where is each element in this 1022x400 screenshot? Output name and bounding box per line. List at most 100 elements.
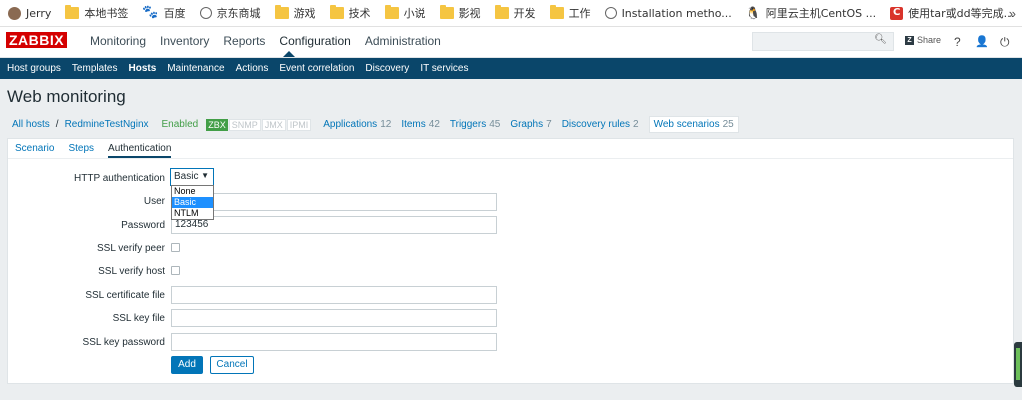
ssl-cert-file-field[interactable]	[171, 286, 497, 304]
bookmark-folder-local[interactable]: 本地书签	[65, 5, 128, 21]
folder-icon	[274, 5, 289, 19]
submenu-event-correlation[interactable]: Event correlation	[279, 63, 354, 74]
ssl-cert-file-label: SSL certificate file	[85, 290, 165, 301]
bookmark-folder-tech[interactable]: 技术	[329, 5, 371, 21]
bookmark-jd[interactable]: 京东商城	[199, 5, 261, 21]
sub-menu: Host groups Templates Hosts Maintenance …	[0, 58, 1022, 79]
ssl-key-password-field[interactable]	[171, 333, 497, 351]
folder-icon	[384, 5, 399, 19]
page-title: Web monitoring	[7, 87, 126, 106]
count-applications: 12	[380, 119, 392, 130]
host-status-enabled[interactable]: Enabled	[162, 119, 199, 130]
menu-monitoring[interactable]: Monitoring	[90, 34, 146, 48]
tab-scenario[interactable]: Scenario	[15, 139, 54, 158]
ssl-verify-host-checkbox[interactable]	[171, 266, 180, 275]
paw-icon: 🐾	[142, 5, 159, 20]
ssl-key-password-label: SSL key password	[82, 337, 165, 348]
form-tabs: Scenario Steps Authentication	[8, 139, 1013, 159]
ssl-verify-peer-label: SSL verify peer	[97, 243, 165, 254]
menu-configuration[interactable]: Configuration	[279, 34, 350, 48]
submenu-host-groups[interactable]: Host groups	[7, 63, 61, 74]
search-input[interactable]: 🔍︎	[752, 32, 894, 51]
bookmarks-bar: Jerry 本地书签 🐾 百度 京东商城 游戏 技术 小说 影视 开发 工作 In…	[0, 0, 1022, 27]
globe-icon	[604, 7, 617, 19]
breadcrumb-all-hosts[interactable]: All hosts	[12, 119, 50, 130]
link-web-scenarios[interactable]: Web scenarios 25	[648, 116, 739, 133]
bookmark-folder-novels[interactable]: 小说	[384, 5, 426, 21]
link-applications[interactable]: Applications	[323, 119, 377, 130]
ssl-verify-host-label: SSL verify host	[98, 266, 165, 277]
active-menu-indicator	[283, 51, 295, 57]
bookmark-aliyun[interactable]: 🐧 阿里云主机CentOS ...	[746, 5, 876, 21]
user-profile-icon[interactable]: 👤	[975, 35, 989, 48]
main-menu: Monitoring Inventory Reports Configurati…	[90, 34, 455, 48]
share-icon: Z	[905, 35, 914, 45]
availability-zbx-badge: ZBX	[206, 118, 228, 131]
option-basic[interactable]: Basic	[172, 197, 213, 208]
add-button[interactable]: Add	[171, 356, 203, 374]
c-icon: C	[890, 6, 904, 20]
bookmark-folder-movies[interactable]: 影视	[439, 5, 481, 21]
link-items[interactable]: Items	[401, 119, 425, 130]
logout-icon[interactable]: ⏻	[1000, 35, 1010, 50]
count-triggers: 45	[489, 119, 501, 130]
share-button[interactable]: Z Share	[905, 35, 941, 45]
share-label: Share	[917, 35, 942, 45]
breadcrumb-separator: /	[55, 119, 59, 130]
avatar-icon	[8, 6, 21, 20]
breadcrumb-host[interactable]: RedmineTestNginx	[65, 119, 149, 130]
zabbix-logo[interactable]: ZABBIX	[6, 32, 68, 48]
bookmark-folder-dev[interactable]: 开发	[494, 5, 536, 21]
user-label: User	[143, 196, 165, 207]
search-icon[interactable]: 🔍︎	[874, 34, 887, 45]
availability-ipmi-badge: IPMI	[286, 118, 312, 131]
submenu-it-services[interactable]: IT services	[420, 63, 468, 74]
tab-steps[interactable]: Steps	[68, 139, 94, 158]
availability-snmp-badge: SNMP	[228, 118, 261, 131]
side-panel-handle[interactable]	[1014, 342, 1022, 387]
menu-inventory[interactable]: Inventory	[160, 34, 209, 48]
tux-icon: 🐧	[745, 6, 761, 20]
bookmark-installation[interactable]: Installation metho...	[604, 7, 732, 20]
submenu-actions[interactable]: Actions	[236, 63, 269, 74]
bookmark-folder-work[interactable]: 工作	[549, 5, 591, 21]
ssl-key-file-field[interactable]	[171, 309, 497, 327]
http-auth-label: HTTP authentication	[74, 173, 165, 184]
globe-icon	[199, 7, 212, 19]
password-label: Password	[121, 220, 165, 231]
bookmark-jerry[interactable]: Jerry	[8, 6, 51, 20]
user-field[interactable]	[171, 193, 497, 211]
link-graphs[interactable]: Graphs	[510, 119, 543, 130]
bookmark-tar-dd[interactable]: C 使用tar或dd等完成...	[890, 5, 1014, 21]
menu-reports[interactable]: Reports	[223, 34, 265, 48]
bookmark-baidu[interactable]: 🐾 百度	[142, 5, 185, 21]
option-none[interactable]: None	[172, 186, 213, 197]
http-auth-select[interactable]: Basic ▼	[170, 168, 214, 186]
folder-icon	[494, 5, 509, 19]
folder-icon	[65, 5, 80, 19]
availability-jmx-badge: JMX	[261, 118, 286, 131]
ssl-verify-peer-checkbox[interactable]	[171, 243, 180, 252]
help-icon[interactable]: ?	[954, 35, 961, 49]
password-field[interactable]: 123456	[171, 216, 497, 234]
option-ntlm[interactable]: NTLM	[172, 208, 213, 219]
tab-authentication[interactable]: Authentication	[108, 139, 172, 158]
count-graphs: 7	[546, 119, 552, 130]
submenu-templates[interactable]: Templates	[72, 63, 118, 74]
submenu-maintenance[interactable]: Maintenance	[167, 63, 224, 74]
menu-administration[interactable]: Administration	[365, 34, 441, 48]
submenu-hosts[interactable]: Hosts	[129, 63, 157, 74]
link-discovery-rules[interactable]: Discovery rules	[562, 119, 630, 130]
breadcrumb: All hosts / RedmineTestNginx Enabled ZBX…	[12, 116, 739, 133]
http-auth-options: None Basic NTLM	[171, 185, 214, 220]
folder-icon	[549, 5, 564, 19]
bookmarks-more-icon[interactable]: »	[1009, 6, 1016, 21]
count-web-scenarios: 25	[722, 119, 734, 130]
count-items: 42	[428, 119, 440, 130]
count-discovery-rules: 2	[633, 119, 639, 130]
web-scenarios-label: Web scenarios	[653, 119, 720, 130]
cancel-button[interactable]: Cancel	[210, 356, 254, 374]
submenu-discovery[interactable]: Discovery	[365, 63, 409, 74]
bookmark-folder-games[interactable]: 游戏	[274, 5, 316, 21]
link-triggers[interactable]: Triggers	[450, 119, 486, 130]
